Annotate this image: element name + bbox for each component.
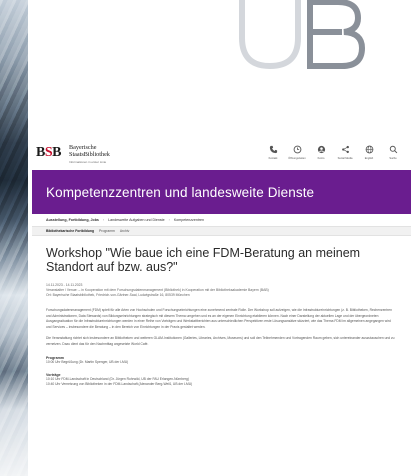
globe-icon <box>365 145 373 154</box>
breadcrumb-separator: › <box>168 218 170 222</box>
article-paragraph: Die Veranstaltung richtet sich insbesond… <box>46 336 395 346</box>
search-icon <box>389 145 397 154</box>
article-title: Workshop "Wie baue ich eine FDM-Beratung… <box>46 246 361 274</box>
library-tagline: Informationen in erster Linie <box>69 160 107 164</box>
nav-language[interactable]: English <box>357 145 381 160</box>
nav-contact[interactable]: Kontakt <box>261 145 285 160</box>
bsb-logo[interactable]: BSB <box>36 146 61 160</box>
page-banner: Kompetenzzentren und landesweite Dienste <box>32 170 411 214</box>
mountain-photo <box>0 0 28 476</box>
sub-navigation: Bibliothekarische Fortbildung Programm A… <box>32 226 411 236</box>
article: Workshop "Wie baue ich eine FDM-Beratung… <box>32 246 411 387</box>
program-item: 10:40 Uhr Vernetzung von Bibliotheken in… <box>46 381 193 386</box>
nav-label: Öffnungszeiten <box>288 157 306 160</box>
clock-icon <box>293 145 301 154</box>
nav-social[interactable]: Social Media <box>333 145 357 160</box>
nav-label: Konto <box>317 157 325 160</box>
site-header: BSB Bayerische StaatsBibliothek Informat… <box>32 136 411 170</box>
subnav-fortbildung[interactable]: Bibliothekarische Fortbildung <box>46 229 94 233</box>
breadcrumb: Ausstellung, Fortbildung, Jobs › Landesw… <box>32 214 411 226</box>
article-meta: 14.11.2023 - 14.11.2023 Veranstalter / V… <box>46 283 397 298</box>
share-icon <box>341 145 349 154</box>
nav-label: Kontakt <box>268 157 278 160</box>
subnav-archiv[interactable]: Archiv <box>120 229 129 233</box>
nav-hours[interactable]: Öffnungszeiten <box>285 145 309 160</box>
banner-title: Kompetenzzentren und landesweite Dienste <box>46 184 315 200</box>
nav-label: English <box>364 157 374 160</box>
breadcrumb-item[interactable]: Ausstellung, Fortbildung, Jobs <box>46 218 99 222</box>
breadcrumb-item[interactable]: Landesweite Aufgaben und Dienste <box>108 218 165 222</box>
library-name-line2: StaatsBibliothek <box>69 150 110 158</box>
event-location: Ort: Bayerische Staatsbibliothek, Friedr… <box>46 293 190 297</box>
phone-icon <box>269 145 277 154</box>
nav-label: Suche <box>389 157 397 160</box>
program-item: 10:00 Uhr Begrüßung (Dr. Martin Spenger,… <box>46 359 129 364</box>
ub-logo <box>239 0 366 70</box>
nav-label: Social Media <box>337 157 353 160</box>
breadcrumb-item[interactable]: Kompetenzzentren <box>174 218 204 222</box>
library-name: Bayerische StaatsBibliothek <box>69 144 110 158</box>
user-icon <box>317 145 325 154</box>
bsb-webpage: BSB Bayerische StaatsBibliothek Informat… <box>32 136 411 476</box>
subnav-programm[interactable]: Programm <box>99 229 115 233</box>
nav-account[interactable]: Konto <box>309 145 333 160</box>
top-nav: Kontakt Öffnungszeiten Konto Social Medi… <box>261 145 405 160</box>
breadcrumb-separator: › <box>102 218 105 222</box>
nav-search[interactable]: Suche <box>381 145 405 160</box>
article-paragraph: Forschungsdatenmanagement (FDM) spielt f… <box>46 308 392 329</box>
